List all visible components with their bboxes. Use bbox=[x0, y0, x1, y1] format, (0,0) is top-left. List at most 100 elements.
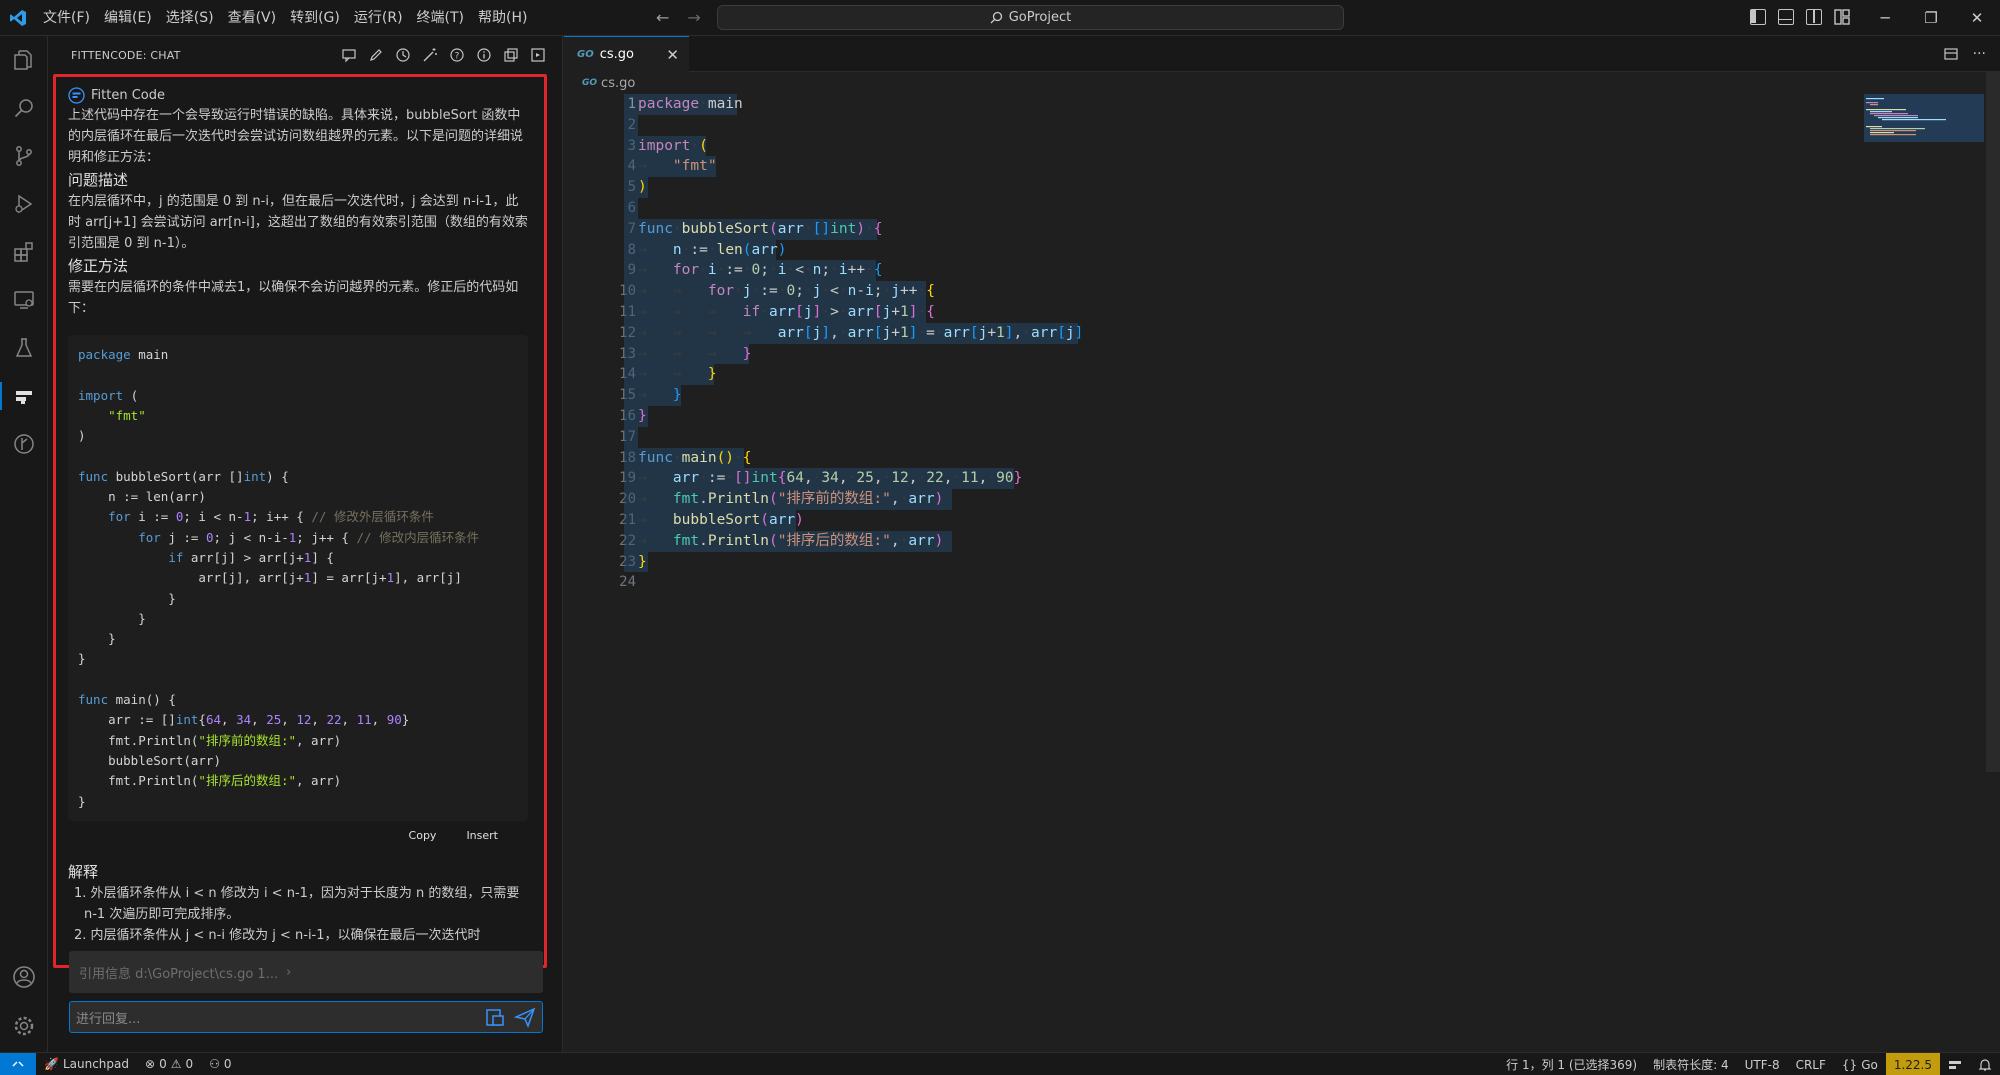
minimize-icon[interactable]: ─ bbox=[1862, 0, 1908, 36]
menu-edit[interactable]: 编辑(E) bbox=[97, 6, 159, 30]
breadcrumb-file[interactable]: cs.go bbox=[601, 76, 635, 91]
toggle-secondary-sidebar-icon[interactable] bbox=[1806, 9, 1822, 25]
explorer-icon[interactable] bbox=[0, 36, 48, 84]
editor-area: GO cs.go ✕ ··· GO cs.go 1 2 3 4 5 6 7 8 9 10 11 12 1… bbox=[564, 36, 2000, 1052]
reference-info-box[interactable]: 引用信息 d:\GoProject\cs.go 1... › bbox=[69, 951, 543, 993]
git-graph-icon[interactable] bbox=[0, 420, 48, 468]
intro-text: 上述代码中存在一个会导致运行时错误的缺陷。具体来说，bubbleSort 函数中… bbox=[68, 108, 524, 165]
menu-help[interactable]: 帮助(H) bbox=[471, 6, 534, 30]
language-label: Go bbox=[1861, 1057, 1878, 1072]
split-editor-icon[interactable] bbox=[1943, 46, 1959, 62]
language-mode[interactable]: {} Go bbox=[1834, 1053, 1886, 1075]
broadcast-icon: ⚇ bbox=[209, 1057, 220, 1071]
open-in-editor-icon[interactable] bbox=[529, 46, 547, 64]
history-icon[interactable] bbox=[394, 46, 412, 64]
chat-message-area[interactable]: Fitten Code 上述代码中存在一个会导致运行时错误的缺陷。具体来说，bu… bbox=[53, 74, 547, 968]
close-tab-icon[interactable]: ✕ bbox=[666, 46, 679, 64]
launchpad-label: Launchpad bbox=[62, 1057, 129, 1071]
menu-bar: 文件(F) 编辑(E) 选择(S) 查看(V) 转到(G) 运行(R) 终端(T… bbox=[36, 0, 534, 36]
fittencode-status-icon[interactable] bbox=[1940, 1053, 1970, 1075]
code-block[interactable]: package main import ( "fmt" ) func bubbl… bbox=[68, 335, 528, 821]
error-icon: ⊗ bbox=[145, 1057, 156, 1071]
search-icon bbox=[990, 11, 1002, 24]
back-arrow-icon[interactable]: ← bbox=[656, 8, 669, 27]
run-debug-icon[interactable] bbox=[0, 180, 48, 228]
more-actions-icon[interactable]: ··· bbox=[1973, 46, 1986, 62]
chat-panel-title: FITTENCODE: CHAT bbox=[71, 48, 181, 62]
explain-item-2: 2. 内层循环条件从 j < n-i 修改为 j < n-i-1，以确保在最后一… bbox=[74, 928, 481, 943]
problem-text: 在内层循环中，j 的范围是 0 到 n-i，但在最后一次迭代时，j 会达到 n-… bbox=[68, 194, 528, 251]
copy-all-icon[interactable] bbox=[502, 46, 520, 64]
remote-explorer-icon[interactable] bbox=[0, 276, 48, 324]
reply-placeholder: 进行回复... bbox=[76, 1011, 141, 1027]
source-control-icon[interactable] bbox=[0, 132, 48, 180]
ports-count: 0 bbox=[223, 1057, 232, 1071]
menu-run[interactable]: 运行(R) bbox=[347, 6, 410, 30]
reply-input[interactable]: 进行回复... bbox=[69, 1001, 543, 1033]
explain-item-1: 1. 外层循环条件从 i < n 修改为 i < n-1，因为对于长度为 n 的… bbox=[74, 886, 520, 922]
command-center-search[interactable]: GoProject bbox=[717, 5, 1344, 30]
new-chat-icon[interactable] bbox=[340, 46, 358, 64]
magic-wand-icon[interactable] bbox=[421, 46, 439, 64]
close-window-icon[interactable]: ✕ bbox=[1954, 0, 2000, 36]
svg-text:?: ? bbox=[455, 52, 460, 62]
editor-tabs: GO cs.go ✕ ··· bbox=[564, 36, 2000, 72]
sender-name: Fitten Code bbox=[91, 87, 165, 103]
editor-scrollbar[interactable] bbox=[1986, 72, 2000, 772]
testing-flask-icon[interactable] bbox=[0, 324, 48, 372]
chat-panel: FITTENCODE: CHAT ? Fitten Code 上述代码中存在一个… bbox=[48, 36, 605, 1052]
tab-cs-go[interactable]: GO cs.go ✕ bbox=[564, 36, 689, 72]
remote-indicator-icon[interactable] bbox=[0, 1052, 36, 1075]
menu-go[interactable]: 转到(G) bbox=[283, 6, 347, 30]
cursor-position[interactable]: 行 1，列 1 (已选择369) bbox=[1498, 1053, 1645, 1075]
notifications-bell-icon[interactable] bbox=[1970, 1053, 2000, 1075]
heading-fix: 修正方法 bbox=[68, 257, 129, 275]
go-version-badge[interactable]: 1.22.5 bbox=[1885, 1053, 1940, 1075]
launchpad-status[interactable]: 🚀 Launchpad bbox=[36, 1053, 137, 1075]
insert-code-button[interactable]: Insert bbox=[458, 827, 506, 844]
end-of-line[interactable]: CRLF bbox=[1788, 1053, 1834, 1075]
fittencode-chat-icon[interactable] bbox=[0, 372, 48, 420]
problems-status[interactable]: ⊗ 0 ⚠ 0 bbox=[137, 1053, 201, 1075]
minimap-preview bbox=[1866, 98, 1946, 136]
extensions-icon[interactable] bbox=[0, 228, 48, 276]
edit-icon[interactable] bbox=[367, 46, 385, 64]
fix-text: 需要在内层循环的条件中减去1，以确保不会访问越界的元素。修正后的代码如下： bbox=[68, 280, 519, 316]
attach-context-icon[interactable] bbox=[484, 1006, 506, 1028]
info-icon[interactable] bbox=[475, 46, 493, 64]
chevron-right-icon: › bbox=[286, 964, 292, 980]
restore-icon[interactable]: ❐ bbox=[1908, 0, 1954, 36]
error-count: 0 bbox=[159, 1057, 167, 1071]
tab-size[interactable]: 制表符长度: 4 bbox=[1645, 1053, 1737, 1075]
menu-terminal[interactable]: 终端(T) bbox=[410, 6, 471, 30]
go-file-icon: GO bbox=[577, 49, 594, 60]
help-icon[interactable]: ? bbox=[448, 46, 466, 64]
rocket-icon: 🚀 bbox=[44, 1057, 59, 1071]
menu-file[interactable]: 文件(F) bbox=[36, 6, 97, 30]
title-bar: 文件(F) 编辑(E) 选择(S) 查看(V) 转到(G) 运行(R) 终端(T… bbox=[0, 0, 2000, 36]
customize-layout-icon[interactable] bbox=[1834, 9, 1850, 25]
reference-info-label: 引用信息 d:\GoProject\cs.go 1... bbox=[79, 966, 279, 982]
heading-problem: 问题描述 bbox=[68, 171, 129, 189]
code-editor[interactable]: package·main import·( → "fmt" ) func·bub… bbox=[624, 94, 1838, 593]
copy-code-button[interactable]: Copy bbox=[401, 827, 445, 844]
status-bar: 🚀 Launchpad ⊗ 0 ⚠ 0 ⚇ 0 行 1，列 1 (已选择369)… bbox=[0, 1052, 2000, 1075]
breadcrumb: GO cs.go bbox=[564, 72, 2000, 94]
account-icon[interactable] bbox=[0, 953, 48, 1001]
go-file-icon: GO bbox=[582, 78, 598, 88]
menu-selection[interactable]: 选择(S) bbox=[159, 6, 221, 30]
forward-arrow-icon[interactable]: → bbox=[687, 8, 700, 27]
search-icon[interactable] bbox=[0, 84, 48, 132]
ports-status[interactable]: ⚇ 0 bbox=[201, 1053, 239, 1075]
menu-view[interactable]: 查看(V) bbox=[221, 6, 284, 30]
toggle-primary-sidebar-icon[interactable] bbox=[1750, 9, 1766, 25]
tab-label: cs.go bbox=[599, 47, 634, 62]
settings-gear-icon[interactable] bbox=[0, 1002, 48, 1050]
toggle-panel-icon[interactable] bbox=[1778, 9, 1794, 25]
vscode-logo-icon bbox=[0, 0, 36, 36]
encoding[interactable]: UTF-8 bbox=[1737, 1053, 1788, 1075]
heading-explain: 解释 bbox=[68, 863, 99, 881]
braces-icon: {} bbox=[1841, 1057, 1858, 1072]
send-icon[interactable] bbox=[514, 1006, 536, 1028]
warning-count: 0 bbox=[185, 1057, 194, 1071]
